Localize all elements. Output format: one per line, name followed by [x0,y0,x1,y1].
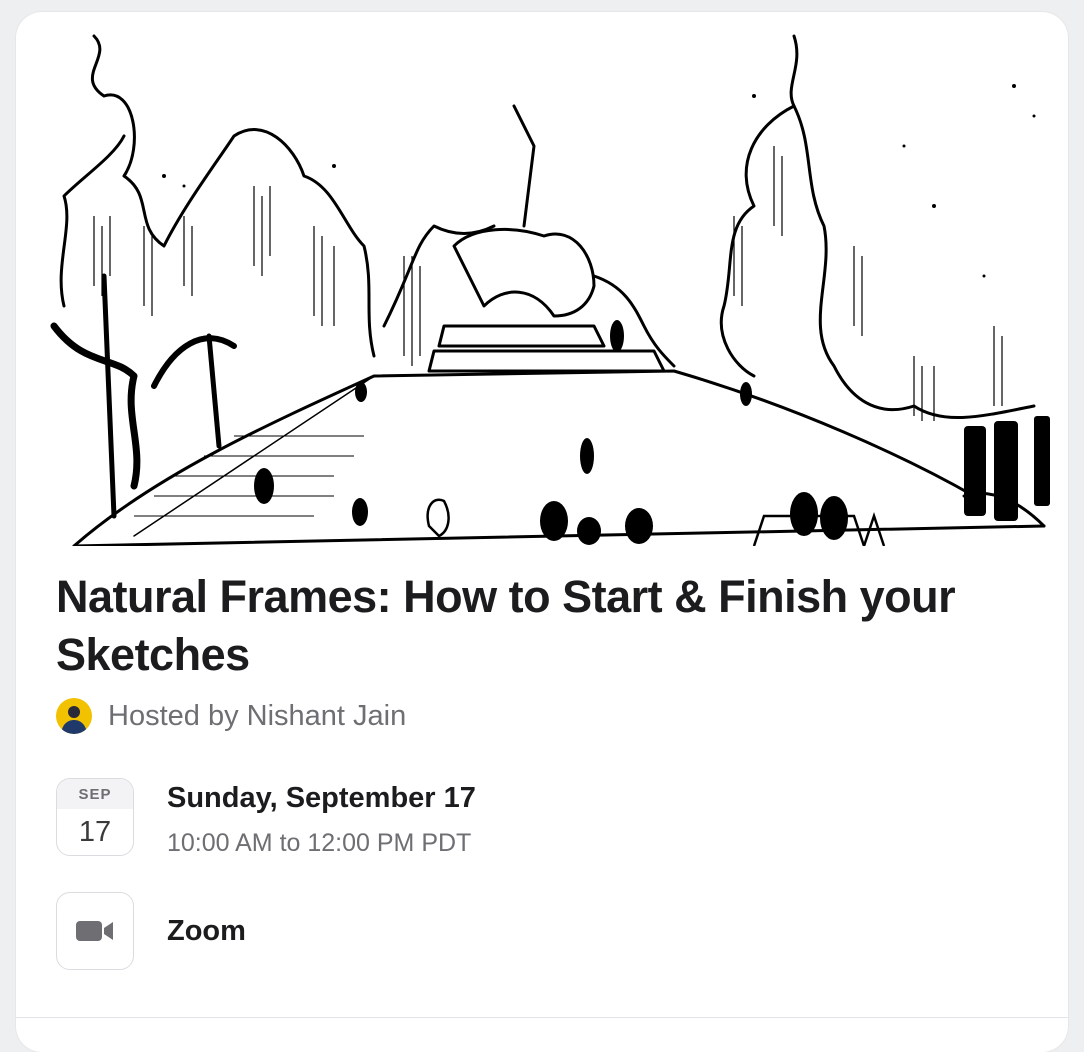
host-avatar-image [61,706,87,734]
divider [16,1017,1068,1018]
calendar-month: SEP [57,779,133,809]
calendar-icon: SEP 17 [56,778,134,856]
host-name[interactable]: Hosted by Nishant Jain [108,700,406,733]
event-title: Natural Frames: How to Start & Finish yo… [56,571,956,680]
host-avatar[interactable] [56,698,92,734]
date-details: Sunday, September 17 10:00 AM to 12:00 P… [167,780,476,860]
video-camera-icon-glyph [76,921,113,941]
event-card: Natural Frames: How to Start & Finish yo… [16,12,1068,1052]
event-cover-illustration [50,34,1050,546]
host-row[interactable]: Hosted by Nishant Jain [56,698,406,734]
video-camera-icon [56,892,134,970]
event-time: 10:00 AM to 12:00 PM PDT [167,829,472,857]
event-date: Sunday, September 17 [167,782,476,814]
calendar-day: 17 [78,816,112,848]
event-location[interactable]: Zoom [167,915,246,948]
date-row: SEP 17 Sunday, September 17 10:00 AM to … [56,778,476,860]
location-row[interactable]: Zoom [56,892,246,970]
